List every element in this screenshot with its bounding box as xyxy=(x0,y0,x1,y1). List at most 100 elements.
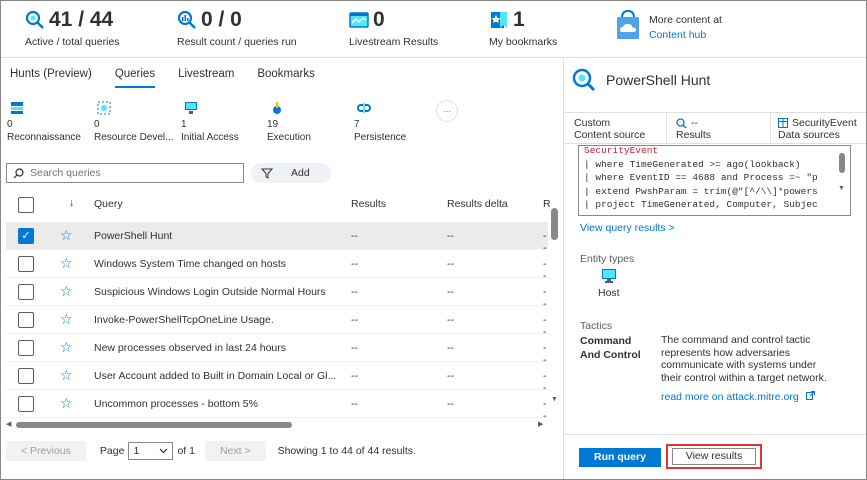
tactics-label: Tactics xyxy=(580,320,613,332)
star-icon[interactable]: ☆ xyxy=(60,284,73,298)
query-name: Uncommon processes - bottom 5% xyxy=(94,398,258,410)
sort-arrow-icon[interactable]: ↓ xyxy=(69,197,74,209)
tactic-description: The command and control tactic represent… xyxy=(661,334,827,384)
scroll-left-icon[interactable]: ◀ xyxy=(6,420,11,428)
run-query-button[interactable]: Run query xyxy=(579,448,661,467)
tactic-reconnaissance[interactable]: 0 Reconnaissance xyxy=(7,101,81,145)
detail-footer-divider xyxy=(564,434,866,435)
content-hub-link[interactable]: Content hub xyxy=(649,28,722,43)
star-icon[interactable]: ☆ xyxy=(60,256,73,270)
tactic-count: 1 xyxy=(181,119,187,130)
scrollbar-thumb[interactable] xyxy=(16,422,292,428)
tactic-name: Initial Access xyxy=(181,132,239,143)
stat-value: 41 / 44 xyxy=(49,8,114,31)
tactic-execution[interactable]: 19 Execution xyxy=(267,101,311,145)
execution-icon xyxy=(273,102,281,114)
next-page-button[interactable]: Next > xyxy=(204,441,266,461)
scroll-down-icon[interactable]: ▼ xyxy=(838,185,845,192)
table-horizontal-scrollbar[interactable]: ◀ ▶ xyxy=(6,420,548,430)
meta-separator xyxy=(666,113,667,143)
query-name: PowerShell Hunt xyxy=(94,230,173,242)
stat-label: Livestream Results xyxy=(349,36,439,48)
tactic-name: Execution xyxy=(267,132,311,143)
search-input[interactable] xyxy=(30,167,230,179)
column-query[interactable]: Query xyxy=(94,198,123,210)
external-link-icon xyxy=(805,391,815,400)
star-icon[interactable]: ☆ xyxy=(60,368,73,382)
query-delta: -- xyxy=(447,258,454,270)
tactic-initial-access[interactable]: 1 Initial Access xyxy=(181,101,239,145)
table-row[interactable]: ☆ User Account added to Built in Domain … xyxy=(6,362,548,394)
mitre-link-label: read more on attack.mitre.org xyxy=(661,391,799,403)
entity-host: Host xyxy=(598,268,620,299)
row-checkbox[interactable] xyxy=(18,340,34,356)
query-name: Invoke-PowerShellTcpOneLine Usage. xyxy=(94,314,274,326)
column-results-delta[interactable]: Results delta xyxy=(447,198,508,210)
scrollbar-thumb[interactable] xyxy=(551,208,558,240)
previous-page-button[interactable]: < Previous xyxy=(6,441,86,461)
data-source-value: SecurityEvent xyxy=(792,117,857,129)
view-results-button[interactable]: View results xyxy=(672,448,756,465)
row-checkbox[interactable] xyxy=(18,368,34,384)
meta-content-source: Custom Content source xyxy=(574,117,645,141)
row-checkbox[interactable] xyxy=(18,396,34,412)
star-icon[interactable]: ☆ xyxy=(60,340,73,354)
tactic-name: Resource Devel... xyxy=(94,132,174,143)
data-source-label: Data sources xyxy=(778,129,840,141)
stat-label: Active / total queries xyxy=(25,36,120,48)
query-results: -- xyxy=(351,342,358,354)
filter-icon xyxy=(261,168,273,179)
tactic-persistence[interactable]: 7 Persistence xyxy=(354,101,406,145)
results-icon xyxy=(676,117,687,129)
results-icon xyxy=(177,10,196,29)
row-checkbox[interactable]: ✓ xyxy=(18,228,34,244)
more-tactics-button[interactable]: ... xyxy=(436,100,458,122)
row-checkbox[interactable] xyxy=(18,312,34,328)
persistence-icon xyxy=(357,103,371,113)
tactic-resource-development[interactable]: 0 Resource Devel... xyxy=(94,101,173,145)
page-select[interactable]: 1 xyxy=(128,442,174,460)
query-code[interactable]: SecurityEvent | where TimeGenerated >= a… xyxy=(578,145,851,216)
table-vertical-scrollbar[interactable]: ▼ xyxy=(549,196,561,412)
table-row[interactable]: ☆ Uncommon processes - bottom 5% -- -- -… xyxy=(6,390,548,418)
tab-bookmarks[interactable]: Bookmarks xyxy=(257,68,315,88)
row-checkbox[interactable] xyxy=(18,284,34,300)
add-filter-button[interactable]: Add xyxy=(251,163,331,183)
star-icon[interactable]: ☆ xyxy=(60,228,73,242)
table-row[interactable]: ☆ Suspicious Windows Login Outside Norma… xyxy=(6,278,548,310)
search-box[interactable] xyxy=(6,163,244,183)
tactic-count: 0 xyxy=(7,119,13,130)
tactic-count: 19 xyxy=(267,119,279,130)
scroll-down-icon[interactable]: ▼ xyxy=(551,396,558,403)
row-checkbox[interactable] xyxy=(18,256,34,272)
stat-active-queries: 41 / 44 Active / total queries xyxy=(25,7,120,48)
scrollbar-thumb[interactable] xyxy=(839,153,845,173)
entity-name: Host xyxy=(598,287,620,299)
query-results: -- xyxy=(351,370,358,382)
meta-data-sources: SecurityEvent Data sources xyxy=(778,117,857,141)
tab-livestream[interactable]: Livestream xyxy=(178,68,234,88)
search-icon xyxy=(13,167,24,178)
code-line: | where EventID == 4688 and Process =~ "… xyxy=(584,172,818,183)
resource-development-icon xyxy=(97,101,111,115)
column-results[interactable]: Results xyxy=(351,198,386,210)
code-line: | extend PwshParam = trim(@"[^/\\]*power… xyxy=(584,185,818,197)
tab-hunts[interactable]: Hunts (Preview) xyxy=(10,68,92,88)
query-icon xyxy=(25,10,44,29)
view-query-results-link[interactable]: View query results > xyxy=(580,222,675,234)
query-delta: -- xyxy=(447,342,454,354)
content-source-value: Custom xyxy=(574,117,611,129)
table-row[interactable]: ☆ Windows System Time changed on hosts -… xyxy=(6,250,548,282)
star-icon[interactable]: ☆ xyxy=(60,312,73,326)
query-delta: -- xyxy=(447,314,454,326)
mitre-link[interactable]: read more on attack.mitre.org xyxy=(661,391,815,403)
code-scrollbar[interactable]: ▼ xyxy=(836,147,848,213)
scroll-right-icon[interactable]: ▶ xyxy=(538,420,543,428)
table-row[interactable]: ☆ New processes observed in last 24 hour… xyxy=(6,334,548,366)
table-row[interactable]: ✓ ☆ PowerShell Hunt -- -- -- xyxy=(6,222,548,254)
select-all-checkbox[interactable] xyxy=(18,197,34,213)
tactics-strip: 0 Reconnaissance 0 Resource Devel... 1 I… xyxy=(7,101,557,151)
table-row[interactable]: ☆ Invoke-PowerShellTcpOneLine Usage. -- … xyxy=(6,306,548,338)
tab-queries[interactable]: Queries xyxy=(114,68,156,88)
star-icon[interactable]: ☆ xyxy=(60,396,73,410)
